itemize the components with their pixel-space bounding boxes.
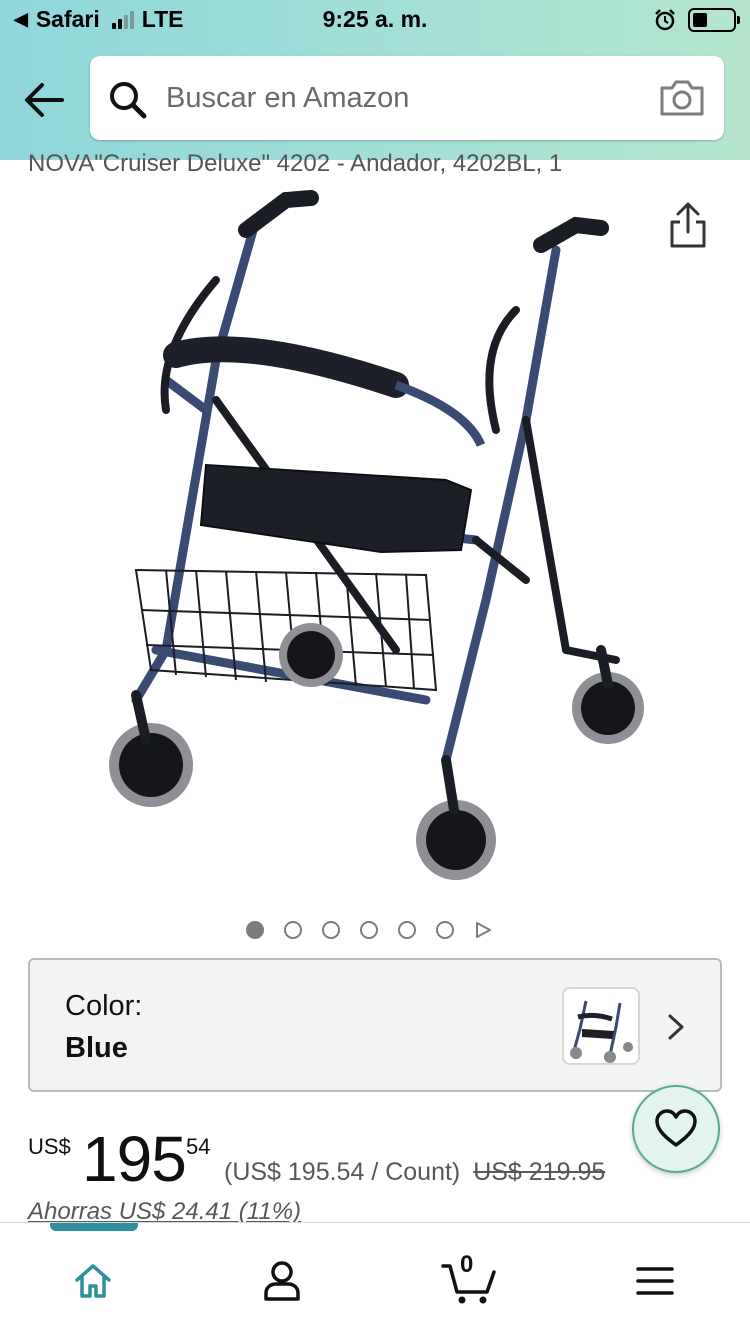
product-title[interactable]: NOVA"Cruiser Deluxe" 4202 - Andador, 420…	[28, 150, 562, 178]
share-icon[interactable]	[666, 200, 710, 250]
search-icon	[110, 82, 147, 119]
unit-price: (US$ 195.54 / Count)	[224, 1158, 461, 1186]
search-bar[interactable]	[90, 56, 724, 140]
color-value: Blue	[65, 1032, 128, 1064]
chevron-right-icon[interactable]	[664, 1012, 688, 1042]
price-fraction: 54	[186, 1134, 211, 1159]
pager-dot-2[interactable]	[284, 921, 302, 939]
search-input[interactable]	[166, 76, 636, 120]
nav-account[interactable]	[252, 1251, 312, 1311]
nav-cart[interactable]: 0	[438, 1251, 502, 1311]
status-bar: ◀ Safari LTE 9:25 a. m.	[0, 0, 750, 42]
price-whole: 195	[82, 1123, 187, 1195]
status-time: 9:25 a. m.	[322, 6, 428, 32]
add-to-list-button[interactable]	[632, 1085, 720, 1173]
image-pager[interactable]	[246, 921, 492, 939]
video-play-icon[interactable]	[474, 921, 492, 939]
status-right	[654, 8, 740, 32]
pager-dot-6[interactable]	[436, 921, 454, 939]
back-arrow-icon[interactable]	[22, 80, 66, 120]
price-block: US$ 195 54 (US$ 195.54 / Count) US$ 219.…	[28, 1123, 728, 1228]
price-currency: US$	[28, 1134, 71, 1159]
battery-icon	[688, 8, 740, 32]
nav-home[interactable]	[63, 1251, 123, 1311]
pager-dot-3[interactable]	[322, 921, 340, 939]
color-swatch-thumbnail[interactable]	[562, 987, 640, 1065]
home-icon	[75, 1264, 111, 1298]
cart-count: 0	[460, 1251, 474, 1278]
pager-dot-5[interactable]	[398, 921, 416, 939]
camera-icon[interactable]	[658, 78, 706, 118]
rollator-thumbnail-icon	[570, 1000, 633, 1063]
pager-dot-4[interactable]	[360, 921, 378, 939]
list-price: US$ 219.95	[473, 1158, 606, 1186]
unit-price-line: (US$ 195.54 / Count) US$ 219.95	[224, 1158, 605, 1187]
account-icon	[264, 1261, 300, 1301]
bottom-navigation: 0	[0, 1222, 750, 1334]
pager-dot-1[interactable]	[246, 921, 264, 939]
active-tab-indicator	[50, 1223, 138, 1231]
alarm-icon	[655, 9, 675, 31]
heart-icon	[655, 1109, 697, 1147]
nav-menu[interactable]	[625, 1251, 685, 1311]
hamburger-menu-icon	[636, 1267, 674, 1295]
product-image[interactable]	[96, 180, 656, 900]
color-selector[interactable]: Color: Blue	[28, 958, 722, 1092]
color-label: Color:	[65, 990, 143, 1022]
app-header: ◀ Safari LTE 9:25 a. m.	[0, 0, 750, 160]
